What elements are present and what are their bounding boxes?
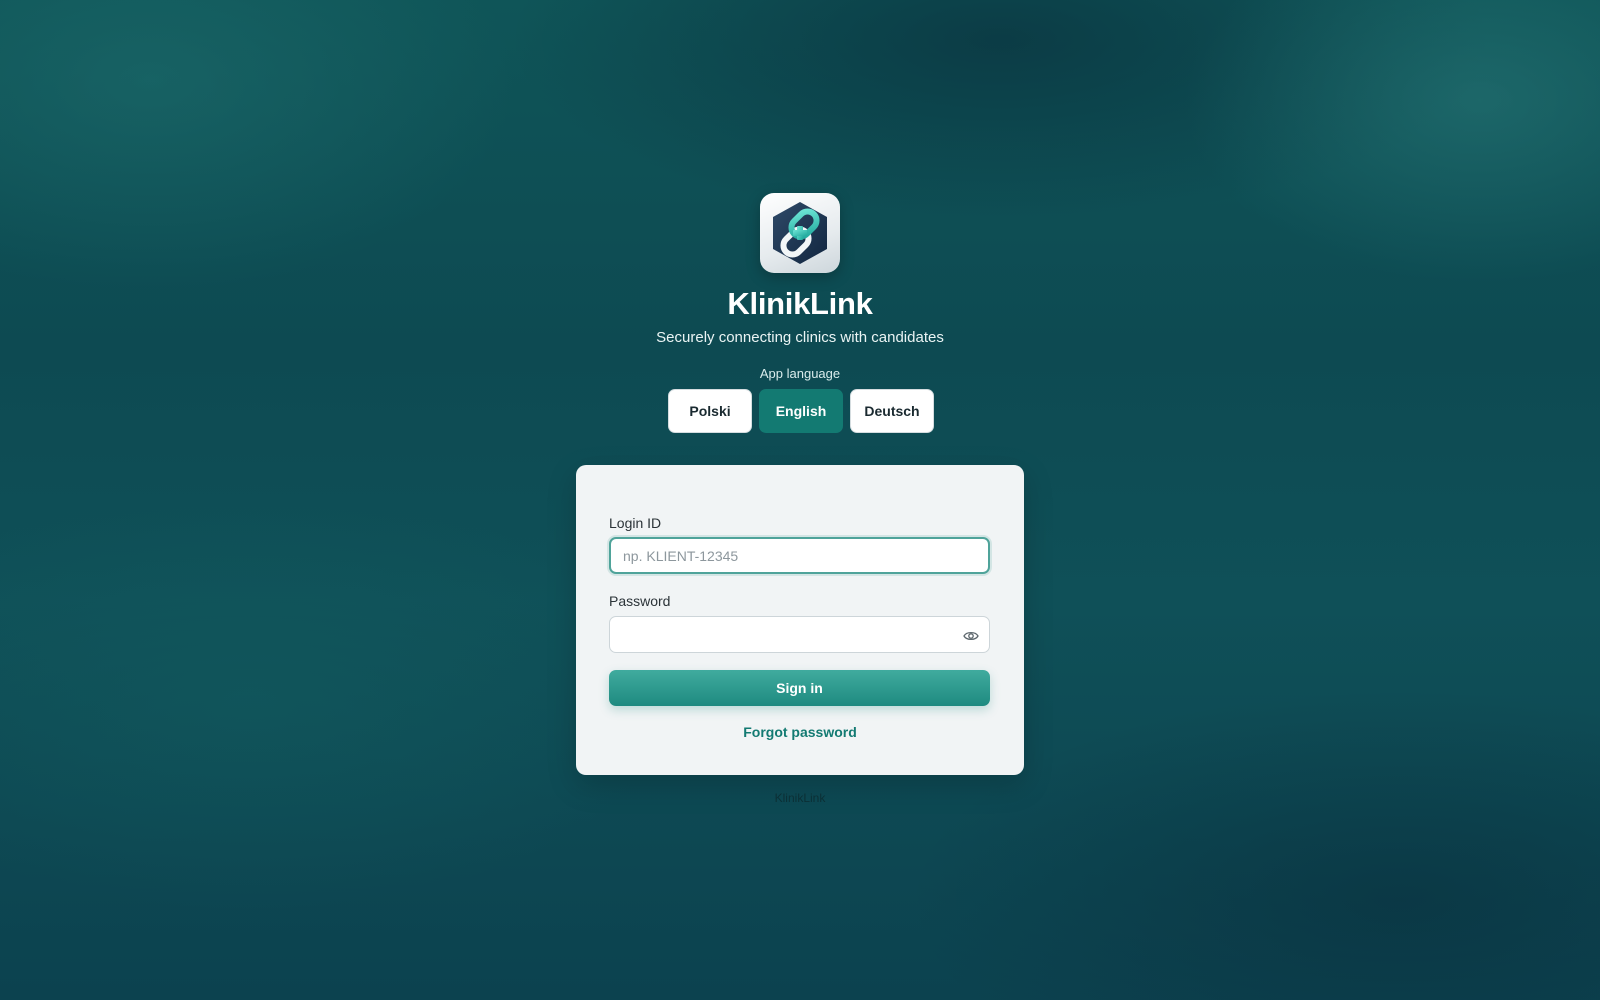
app-logo [760,193,840,273]
password-label: Password [609,593,671,609]
language-button-english[interactable]: English [759,389,843,433]
app-title: KlinikLink [727,286,873,321]
language-button-polski[interactable]: Polski [668,389,752,433]
login-id-input[interactable] [609,537,990,574]
chain-link-plus-icon [773,202,827,264]
language-selector: Polski English Deutsch [668,389,934,433]
login-card: Login ID Password Sign in Forgot passwor… [576,465,1024,775]
language-button-deutsch[interactable]: Deutsch [850,389,934,433]
eye-icon [963,631,979,641]
show-password-toggle[interactable] [961,628,981,644]
login-id-label: Login ID [609,515,662,531]
app-subtitle: Securely connecting clinics with candida… [656,329,944,346]
forgot-password-link[interactable]: Forgot password [576,724,1024,740]
password-input[interactable] [609,616,990,653]
footer-text: KlinikLink [774,791,826,805]
sign-in-button[interactable]: Sign in [609,670,990,706]
language-label: App language [759,366,841,381]
